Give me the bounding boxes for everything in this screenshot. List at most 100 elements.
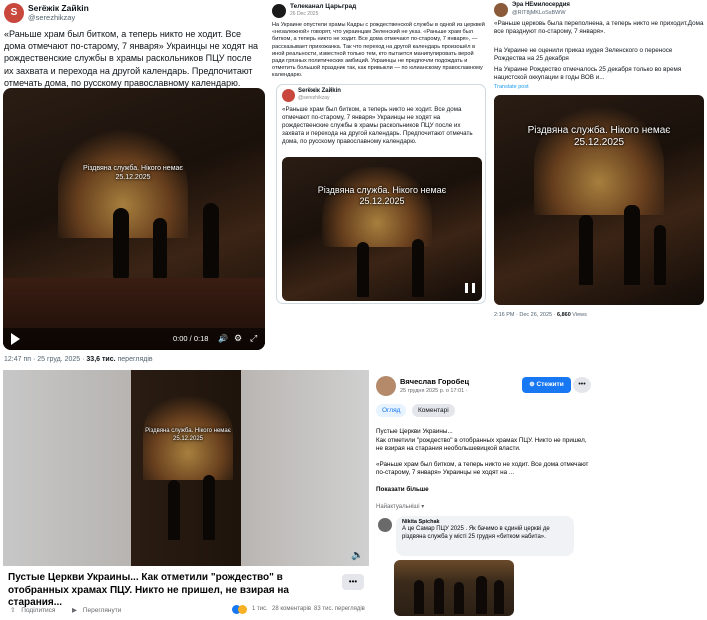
chevron-down-icon: ▾ [421, 504, 425, 510]
show-more-link[interactable]: Показати більше [376, 486, 429, 493]
post1-handle[interactable]: @serezhikzay [28, 13, 75, 22]
post3-avatar[interactable] [494, 3, 508, 17]
church-arch [322, 167, 432, 247]
post3-views-label: Views [572, 312, 587, 318]
post5-avatar[interactable] [376, 376, 396, 396]
tab-overview[interactable]: Огляд [376, 404, 407, 417]
figure-silhouette [168, 480, 180, 540]
caption-line2: 25.12.2025 [115, 174, 151, 181]
share-label: Поділитися [21, 607, 56, 614]
figure-silhouette [203, 203, 219, 278]
sort-label: Найактуальніші [376, 504, 420, 510]
comment-photo[interactable] [394, 560, 514, 616]
translate-link[interactable]: Translate post [494, 84, 529, 90]
post3-timestamp[interactable]: 2:16 PM · Dec 26, 2025 · [494, 312, 555, 318]
post5-more-button[interactable]: ••• [573, 377, 591, 393]
post5-body-quote: «Раньше храм был битком, а теперь никто … [376, 461, 589, 477]
follow-icon: ⊕ [529, 381, 535, 388]
post5-body-line1: Пустые Церкви Украины... [376, 428, 453, 435]
post3-text2: На Украине не оценили приказ иудея Зелен… [494, 47, 673, 62]
caption-line1: Різдвяна служба. Нікого немає [317, 185, 447, 195]
post3-text3: На Украине Рождество отмечалось 25 декаб… [494, 66, 682, 81]
caption-line1: Різдвяна служба. Нікого немає [527, 125, 671, 136]
video-time: 0:00 / 0:18 [173, 334, 209, 343]
post1-timestamp[interactable]: 12:47 пп · 25 груд. 2025 · [4, 356, 84, 363]
quoted-text: «Раньше храм был битком, а теперь никто … [282, 106, 473, 145]
post5-name[interactable]: Вячеслав Горобец [400, 377, 469, 386]
figure-silhouette [357, 242, 369, 297]
post3-text1: «Раньше церковь была переполнена, а тепе… [494, 20, 704, 35]
post4-title[interactable]: Пустые Церкви Украины... Как отметили "р… [8, 572, 333, 610]
post2-avatar[interactable] [272, 4, 286, 18]
post3-views: 6,860 [556, 312, 571, 318]
video-caption: Різдвяна служба. Нікого немає 25.12.2025 [514, 125, 684, 149]
volume-icon[interactable]: 🔊 [218, 334, 228, 343]
post4-video[interactable]: Різдвяна служба. Нікого немає 25.12.2025… [3, 370, 369, 566]
video-caption: Різдвяна служба. Нікого немає 25.12.2025 [302, 185, 462, 207]
quoted-handle: @serezhikzay [298, 95, 330, 101]
post2-text: На Украине опустели храмы Кадры с рождес… [272, 22, 485, 79]
commenter-avatar[interactable] [378, 518, 392, 532]
sort-comments[interactable]: Найактуальніші ▾ [376, 503, 424, 510]
post3-video[interactable]: Різдвяна служба. Нікого немає 25.12.2025 [494, 95, 704, 305]
view-count: 83 тис. переглядів [314, 606, 365, 612]
tab-comments[interactable]: Коментарі [412, 404, 455, 417]
commenter-name[interactable]: Nikita Spichak [402, 519, 568, 525]
post1-name[interactable]: Serёжік Zaйkin [28, 3, 89, 13]
reaction-count[interactable]: 1 тис. [252, 606, 268, 612]
post1-video[interactable]: Різдвяна служба. Нікого немає 25.12.2025… [3, 88, 265, 350]
avatar-initial: S [10, 7, 18, 18]
follow-label: Стежити [536, 381, 564, 388]
caption-line2: 25.12.2025 [573, 137, 625, 148]
post3: Эра НЕмилосердия @RIT8jMKLoSsBWW «Раньше… [490, 0, 707, 325]
figure-silhouette [476, 576, 487, 614]
mute-icon[interactable]: 🔈 [351, 550, 363, 561]
post5-body-line2: Как отметили "рождество" в отобранных хр… [376, 437, 587, 453]
video-caption: Різдвяна служба. Нікого немає 25.12.2025 [138, 428, 238, 443]
post3-footer: 2:16 PM · Dec 26, 2025 · 6,860 Views [494, 312, 587, 318]
play-icon[interactable] [11, 333, 20, 345]
follow-button[interactable]: ⊕ Стежити [522, 377, 571, 393]
post1-avatar[interactable]: S [4, 3, 24, 23]
figure-silhouette [113, 208, 129, 278]
quoted-name: Serёжік Zaйkin [298, 88, 341, 94]
post3-handle: @RIT8jMKLoSsBWW [512, 10, 566, 16]
pause-icon[interactable] [465, 283, 475, 293]
caption-line2: 25.12.2025 [359, 196, 405, 206]
comment-count[interactable]: 28 коментарів [272, 606, 311, 612]
post4-more-button[interactable]: ••• [342, 574, 364, 590]
reaction-icons[interactable] [232, 605, 252, 615]
post1-views-label: переглядів [117, 356, 153, 363]
post5: Вячеслав Горобец 25 грудня 2025 р. о 17:… [372, 368, 707, 620]
church-arch [534, 105, 664, 215]
post1: S Serёжік Zaйkin @serezhikzay «Раньше хр… [0, 0, 268, 368]
post2: Телеканал Царьград 26 Dec 2025 На Украин… [268, 0, 490, 305]
figure-silhouette [579, 215, 593, 285]
post1-text: «Раньше храм был битком, а теперь никто … [4, 29, 259, 88]
share-button[interactable]: ⇧ Поділитися [10, 606, 55, 614]
figure-silhouette [153, 218, 167, 278]
figure-silhouette [414, 580, 424, 614]
fullscreen-icon[interactable]: ⤢ [250, 333, 257, 344]
caption-line1: Різдвяна служба. Нікого немає [83, 165, 183, 172]
quoted-post[interactable]: Serёжік Zaйkin @serezhikzay «Раньше храм… [276, 84, 486, 304]
watch-button[interactable]: ▶ Переглянути [72, 606, 121, 614]
figure-silhouette [412, 239, 424, 297]
post1-footer: 12:47 пп · 25 груд. 2025 · 33,6 тис. пер… [4, 356, 153, 363]
figure-silhouette [203, 475, 215, 540]
comment-bubble: Nikita Spichak А це Самар ПЦУ 2025 . Як … [396, 516, 574, 556]
post5-date[interactable]: 25 грудня 2025 р. о 17:01 · [400, 388, 468, 394]
post4: Різдвяна служба. Нікого немає 25.12.2025… [0, 368, 372, 620]
quoted-avatar [282, 89, 295, 102]
settings-icon[interactable]: ⚙ [234, 333, 242, 344]
post3-name[interactable]: Эра НЕмилосердия [512, 2, 570, 8]
haha-icon [238, 605, 247, 614]
post1-views: 33,6 тис. [86, 356, 116, 363]
post2-name[interactable]: Телеканал Царьград [290, 3, 356, 10]
caption-line2: 25.12.2025 [172, 435, 204, 442]
share-icon: ⇧ [10, 607, 16, 614]
quoted-video[interactable]: Різдвяна служба. Нікого немає 25.12.2025 [282, 157, 482, 301]
figure-silhouette [454, 582, 464, 614]
post2-date: 26 Dec 2025 [290, 11, 319, 17]
watch-label: Переглянути [82, 607, 122, 614]
